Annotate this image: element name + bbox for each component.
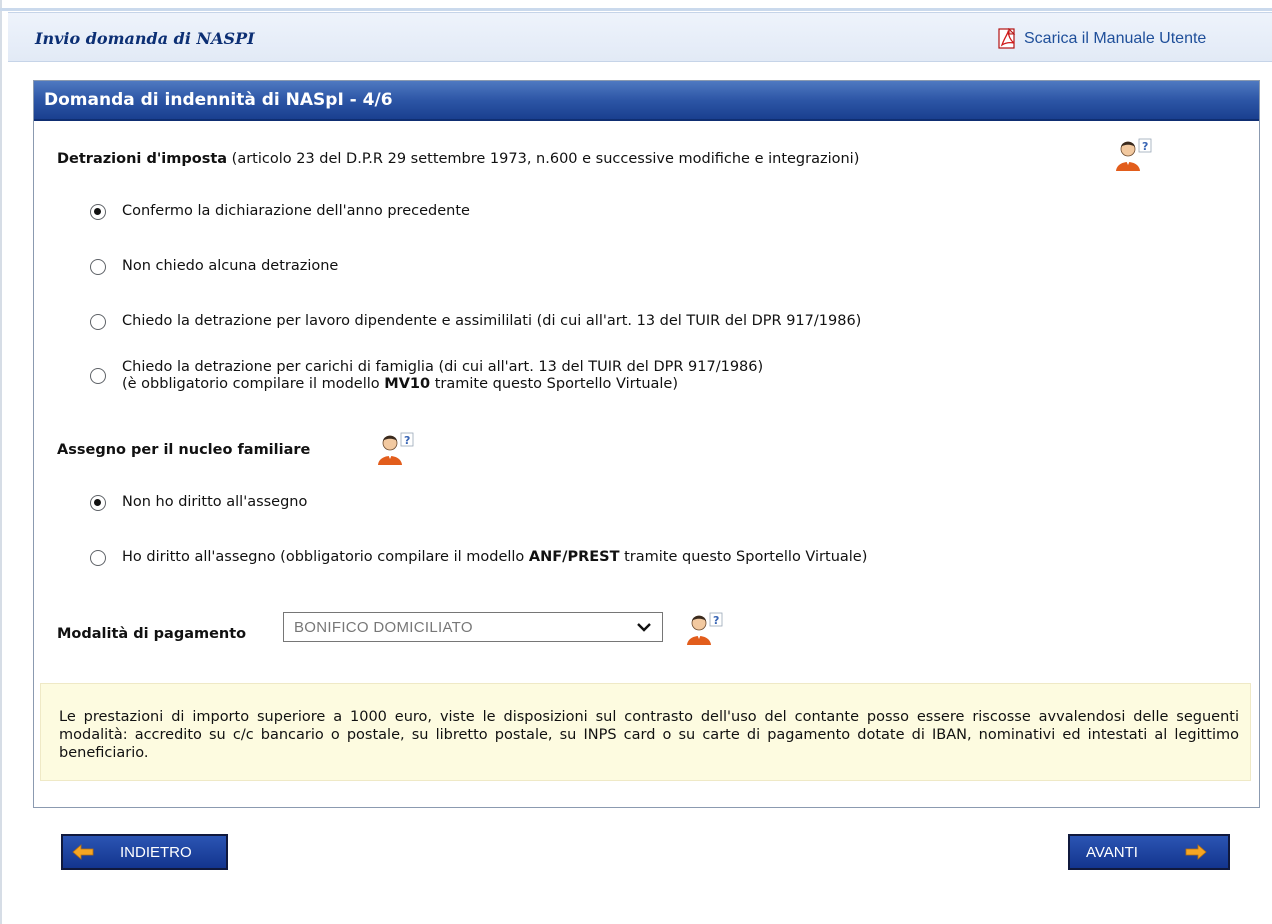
back-button-label: INDIETRO xyxy=(120,843,192,861)
next-button-label: AVANTI xyxy=(1086,843,1138,861)
payment-selected-value: BONIFICO DOMICILIATO xyxy=(294,619,473,636)
page-title: Invio domanda di NASPI xyxy=(35,29,255,48)
family-option-yes[interactable]: Ho diritto all'assegno (obbligatorio com… xyxy=(90,549,867,566)
tax-option-family[interactable]: Chiedo la detrazione per carichi di fami… xyxy=(90,359,763,393)
tax-option-confirm-radio[interactable] xyxy=(90,204,106,220)
arrow-left-icon xyxy=(72,844,94,860)
family-option-yes-pre: Ho diritto all'assegno (obbligatorio com… xyxy=(122,549,529,565)
top-border xyxy=(0,8,1272,11)
tax-option-family-line2-bold: MV10 xyxy=(384,376,431,392)
family-option-no[interactable]: Non ho diritto all'assegno xyxy=(90,494,307,511)
panel-header: Domanda di indennità di NASpI - 4/6 xyxy=(34,81,1259,121)
family-option-yes-radio[interactable] xyxy=(90,550,106,566)
svg-text:?: ? xyxy=(1142,140,1148,153)
tax-option-family-line2-post: tramite questo Sportello Virtuale) xyxy=(430,376,678,392)
family-option-no-label: Non ho diritto all'assegno xyxy=(122,494,308,510)
panel-title: Domanda di indennità di NASpI - 4/6 xyxy=(44,90,393,110)
svg-text:?: ? xyxy=(713,614,719,627)
left-border xyxy=(0,0,2,924)
form-panel: Domanda di indennità di NASpI - 4/6 Detr… xyxy=(33,80,1260,808)
tax-section-label-rest: (articolo 23 del D.P.R 29 settembre 1973… xyxy=(227,151,860,167)
payment-notice-text: Le prestazioni di importo superiore a 10… xyxy=(59,709,1239,761)
tax-section-label: Detrazioni d'imposta (articolo 23 del D.… xyxy=(57,151,859,167)
arrow-right-icon xyxy=(1185,844,1207,860)
payment-method-select[interactable]: BONIFICO DOMICILIATO xyxy=(283,612,663,642)
tax-option-confirm-label: Confermo la dichiarazione dell'anno prec… xyxy=(122,203,470,219)
tax-option-none[interactable]: Non chiedo alcuna detrazione xyxy=(90,258,338,275)
tax-option-employee[interactable]: Chiedo la detrazione per lavoro dipenden… xyxy=(90,313,861,330)
family-option-yes-bold: ANF/PREST xyxy=(528,549,620,565)
tax-option-family-line2-pre: (è obbligatorio compilare il modello xyxy=(122,376,385,392)
payment-notice: Le prestazioni di importo superiore a 10… xyxy=(40,683,1251,781)
family-option-yes-label: Ho diritto all'assegno (obbligatorio com… xyxy=(122,549,867,566)
back-button[interactable]: INDIETRO xyxy=(61,834,228,870)
help-user-icon[interactable]: ? xyxy=(376,431,416,465)
tax-option-family-radio[interactable] xyxy=(90,368,106,384)
family-option-yes-post: tramite questo Sportello Virtuale) xyxy=(619,549,868,565)
family-section-label: Assegno per il nucleo familiare xyxy=(57,442,311,458)
tax-option-none-radio[interactable] xyxy=(90,259,106,275)
payment-label: Modalità di pagamento xyxy=(57,626,247,642)
chevron-down-icon xyxy=(637,623,651,632)
page-header: Invio domanda di NASPI Scarica il Manual… xyxy=(8,12,1272,62)
manual-link-label: Scarica il Manuale Utente xyxy=(1024,30,1207,47)
tax-option-none-label: Non chiedo alcuna detrazione xyxy=(122,258,339,274)
next-button[interactable]: AVANTI xyxy=(1068,834,1230,870)
download-manual-link[interactable]: Scarica il Manuale Utente xyxy=(998,27,1206,51)
tax-option-family-label: Chiedo la detrazione per carichi di fami… xyxy=(122,359,763,393)
tax-option-confirm[interactable]: Confermo la dichiarazione dell'anno prec… xyxy=(90,203,470,220)
help-user-icon[interactable]: ? xyxy=(685,611,725,645)
tax-option-employee-label: Chiedo la detrazione per lavoro dipenden… xyxy=(122,313,862,329)
pdf-icon xyxy=(998,28,1016,49)
family-option-no-radio[interactable] xyxy=(90,495,106,511)
tax-option-family-line1: Chiedo la detrazione per carichi di fami… xyxy=(122,359,764,375)
svg-text:?: ? xyxy=(404,434,410,447)
help-user-icon[interactable]: ? xyxy=(1114,137,1154,171)
tax-section-label-bold: Detrazioni d'imposta xyxy=(57,151,228,167)
tax-option-employee-radio[interactable] xyxy=(90,314,106,330)
